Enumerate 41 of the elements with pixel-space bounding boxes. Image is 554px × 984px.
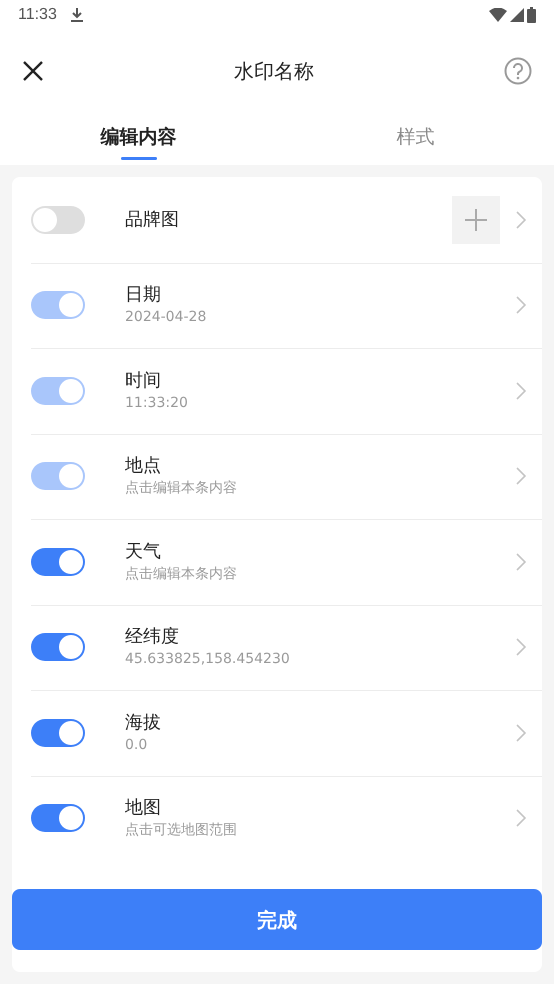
item-title: 地图 [125,796,162,820]
item-subtitle: 11:33:20 [125,394,189,413]
item-subtitle: 点击可选地图范围 [125,821,238,840]
plus-icon [465,208,487,231]
toggle-switch[interactable] [31,633,85,662]
battery-icon [527,7,536,23]
help-icon[interactable] [504,57,532,85]
item-subtitle: 0.0 [125,736,148,755]
item-subtitle: 点击编辑本条内容 [125,564,238,584]
chevron-right-icon[interactable] [516,296,526,314]
download-icon [70,8,83,22]
item-title: 地点 [125,454,162,478]
add-image-button[interactable] [452,196,500,244]
item-subtitle: 45.633825,158.454230 [125,650,291,670]
chevron-right-icon[interactable] [516,210,526,229]
tab[interactable]: 样式 [277,112,554,165]
chevron-right-icon[interactable] [516,809,526,828]
close-icon[interactable] [22,60,44,82]
item-title: 品牌图 [125,208,180,232]
tab[interactable]: 编辑内容 [0,112,277,165]
item-subtitle: 点击编辑本条内容 [125,479,238,498]
item-title: 经纬度 [125,625,180,650]
chevron-right-icon[interactable] [516,382,526,400]
toggle-switch[interactable] [31,548,85,576]
signal-icon [510,8,524,22]
done-button[interactable]: 完成 [12,889,542,950]
header-title: 水印名称 [234,58,314,85]
chevron-right-icon[interactable] [516,638,526,656]
toggle-switch[interactable] [31,206,85,234]
toggle-switch[interactable] [31,718,85,747]
status-time: 11:33 [18,5,57,25]
chevron-right-icon[interactable] [516,724,526,742]
item-title: 日期 [125,283,162,308]
chevron-right-icon[interactable] [516,552,526,571]
item-title: 天气 [125,540,162,564]
wifi-icon [489,8,507,22]
item-subtitle: 2024-04-28 [125,308,208,328]
toggle-switch[interactable] [31,804,85,832]
item-title: 海拔 [125,710,162,735]
chevron-right-icon[interactable] [516,467,526,486]
item-title: 时间 [125,368,162,393]
